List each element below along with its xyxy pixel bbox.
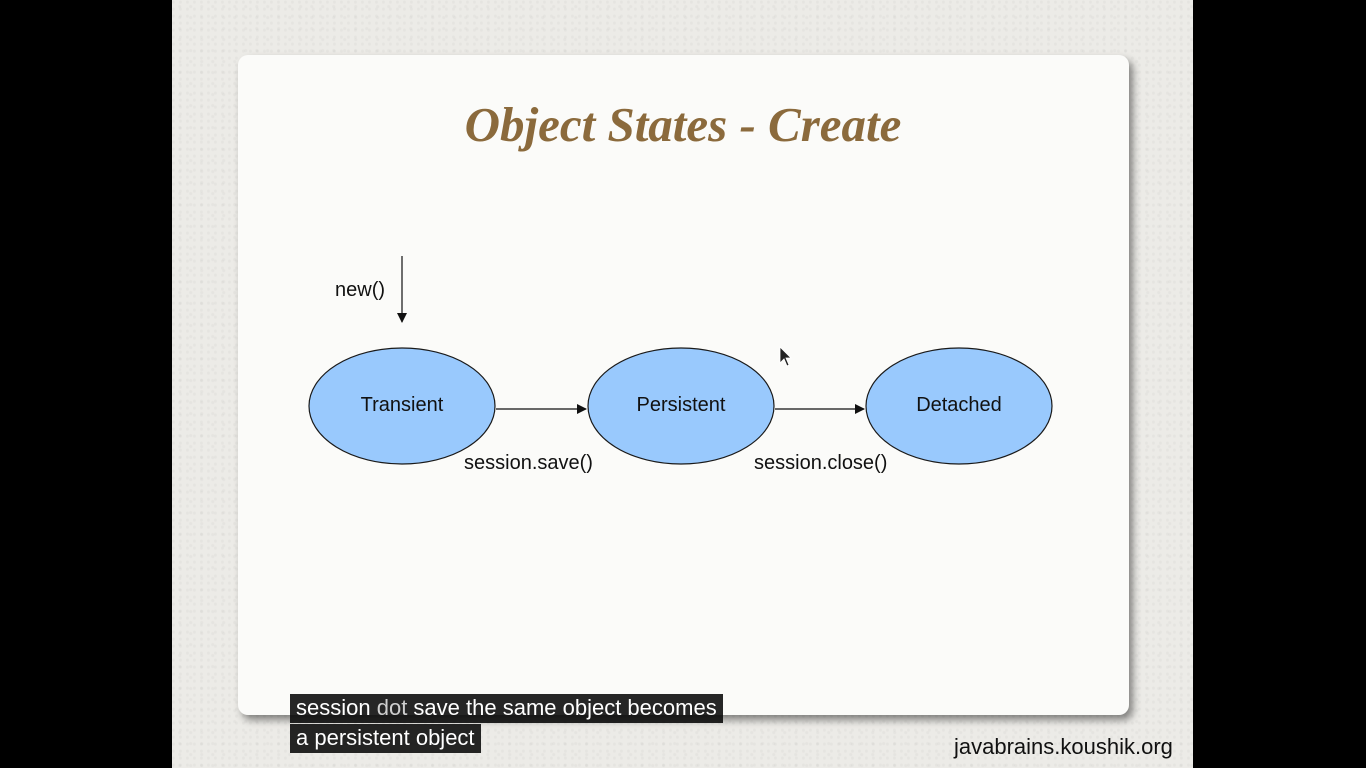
subtitle-text-highlight: dot — [376, 695, 408, 720]
persistent-state-label: Persistent — [636, 394, 726, 416]
subtitle-text: session — [296, 695, 377, 720]
detached-state-label: Detached — [916, 394, 1002, 416]
session-close-label: session.close() — [754, 452, 888, 474]
new-label: new() — [335, 279, 386, 301]
state-diagram: new() Transient Persistent Detached sess… — [0, 0, 1366, 768]
subtitle-line-1: session dot save the same object becomes — [290, 694, 723, 723]
transient-state-label: Transient — [360, 394, 444, 416]
subtitle-line-2: a persistent object — [290, 724, 481, 753]
subtitle-text: a persistent object — [296, 725, 475, 750]
watermark: javabrains.koushik.org — [954, 734, 1173, 759]
diagram-graphics — [308, 256, 1053, 465]
session-save-label: session.save() — [464, 452, 593, 474]
subtitle-text: save the same object becomes — [407, 695, 717, 720]
mouse-cursor-icon — [779, 346, 792, 367]
